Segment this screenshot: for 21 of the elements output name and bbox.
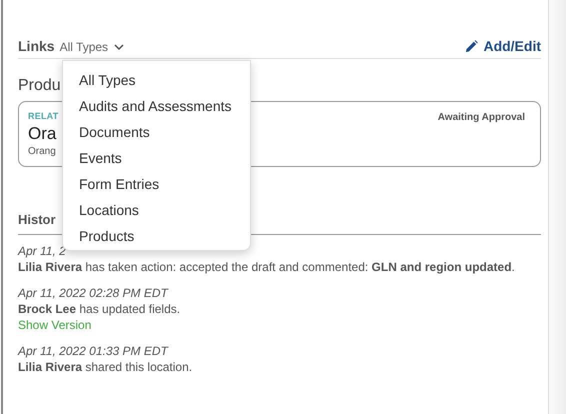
dropdown-item[interactable]: Documents xyxy=(63,119,250,145)
dropdown-item[interactable]: Form Entries xyxy=(63,171,250,197)
card-subtitle: Orang xyxy=(28,144,57,158)
history-title: Histor xyxy=(18,212,56,227)
add-edit-link[interactable]: Add/Edit xyxy=(465,36,541,57)
dropdown-item[interactable]: All Types xyxy=(63,67,250,93)
card-name: Ora xyxy=(28,124,58,144)
chevron-down-icon xyxy=(114,44,124,50)
entry-text: Brock Lee has updated fields. xyxy=(18,301,180,317)
type-filter[interactable]: All Types xyxy=(60,38,124,56)
dropdown-item[interactable]: Products xyxy=(63,223,250,249)
entry-date: Apr 11, 2022 02:28 PM EDT xyxy=(18,285,168,301)
links-title: Links xyxy=(18,37,55,56)
dropdown-item[interactable]: Locations xyxy=(63,197,250,223)
entry-date: Apr 11, 2022 01:33 PM EDT xyxy=(18,343,168,359)
pencil-icon xyxy=(465,40,478,53)
entry-text: Lilia Rivera shared this location. xyxy=(18,359,192,375)
section-title: Produ xyxy=(18,76,61,94)
card-label: RELAT xyxy=(28,110,58,123)
entry-text: Lilia Rivera has taken action: accepted the draft and commented: GLN and region updated. xyxy=(18,259,515,275)
status-label: Awaiting Approval xyxy=(438,111,525,125)
